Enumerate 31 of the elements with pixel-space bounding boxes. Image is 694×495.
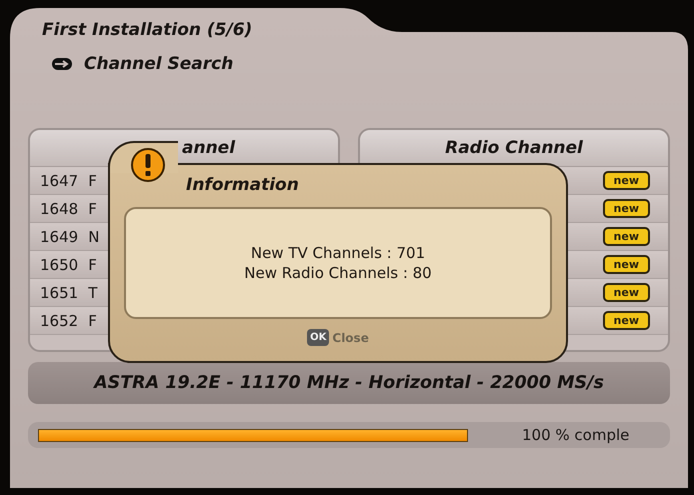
progress-reading: 100 % comple <box>522 426 630 444</box>
dialog-title: Information <box>186 175 299 195</box>
transponder-text: ASTRA 19.2E - 11170 MHz - Horizontal - 22000 MS/s <box>94 373 604 393</box>
arrow-icon <box>52 57 72 71</box>
channel-number: 1647 <box>40 172 78 190</box>
new-badge: new <box>602 171 650 190</box>
channel-name: F <box>88 312 97 330</box>
header-text: annel <box>182 138 236 158</box>
message-line: New Radio Channels : 80 <box>244 263 432 283</box>
message-line: New TV Channels : 701 <box>250 243 426 263</box>
new-badge: new <box>602 255 650 274</box>
channel-name: F <box>88 256 97 274</box>
header-text: Radio Channel <box>445 138 583 158</box>
new-badge: new <box>602 283 650 302</box>
screen-title: First Installation (5/6) <box>42 20 254 40</box>
channel-number: 1652 <box>40 312 78 330</box>
new-badge: new <box>602 227 650 246</box>
channel-name: T <box>88 284 98 302</box>
close-label: Close <box>332 330 369 344</box>
channel-number: 1648 <box>40 200 78 218</box>
channel-number: 1651 <box>40 284 78 302</box>
section-title: Channel Search <box>84 54 234 74</box>
channel-number: 1650 <box>40 256 78 274</box>
channel-name: N <box>88 228 100 246</box>
new-badge: new <box>602 199 650 218</box>
channel-name: F <box>88 200 97 218</box>
new-badge: new <box>602 311 650 330</box>
channel-name: F <box>88 172 97 190</box>
channel-number: 1649 <box>40 228 78 246</box>
ok-key[interactable]: OK <box>307 329 330 346</box>
warning-icon <box>130 147 166 183</box>
